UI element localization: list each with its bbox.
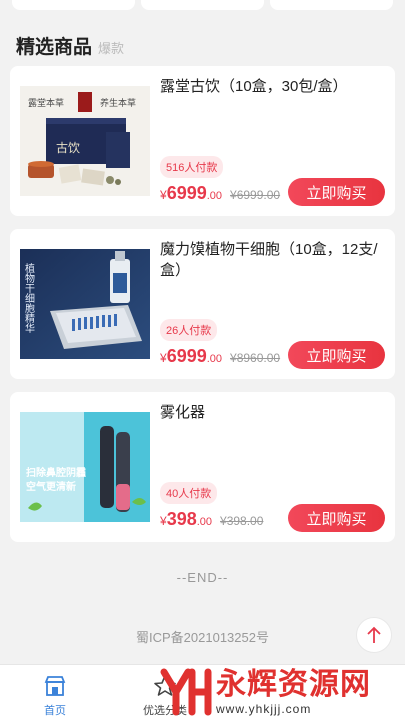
original-price: ¥8960.00 (230, 351, 281, 365)
watermark-logo-icon (160, 668, 212, 716)
tab-label: 首页 (44, 705, 66, 717)
section-title: 精选商品 (16, 37, 93, 58)
buy-now-button[interactable]: 立即购买 (288, 341, 385, 369)
price-currency: ¥ (160, 351, 167, 365)
product-name[interactable]: 露堂古饮（10盒，30包/盒） (160, 76, 385, 97)
price-decimal: .00 (196, 516, 213, 528)
price-value: 6999 (166, 346, 207, 366)
sales-badge: 26人付款 (160, 319, 218, 341)
price-value: 6999 (166, 183, 207, 203)
price-row: ¥ 398 .00 ¥398.00 (160, 509, 263, 530)
price-decimal: .00 (206, 353, 223, 365)
tab-home[interactable]: 首页 (0, 665, 110, 720)
product-name[interactable]: 雾化器 (160, 402, 385, 423)
image-text: 古饮 (56, 140, 80, 155)
price-decimal: .00 (206, 190, 223, 202)
original-price: ¥6999.00 (230, 188, 281, 202)
image-text: 空气更清新 (26, 480, 76, 493)
price-value: 398 (166, 509, 197, 529)
product-image[interactable]: 露堂本草 养生本草 古饮 (20, 86, 150, 196)
section-subtitle: 爆款 (98, 41, 125, 56)
price-row: ¥ 6999 .00 ¥8960.00 (160, 346, 280, 367)
product-card[interactable]: 露堂本草 养生本草 古饮 露堂古饮（10盒，30包/盒） 516人付款 ¥ 69… (10, 66, 395, 216)
original-price: ¥398.00 (220, 514, 264, 528)
watermark-title: 永辉资源网 (216, 668, 371, 701)
product-image[interactable]: 扫除鼻腔阴霾 空气更清新 (20, 412, 150, 522)
sales-badge: 516人付款 (160, 156, 224, 178)
site-watermark: 永辉资源网 www.yhkjjj.com (158, 664, 405, 720)
product-image[interactable]: 植物干细胞精华 (20, 249, 150, 359)
arrow-up-icon (367, 626, 381, 643)
product-name[interactable]: 魔力馍植物干细胞（10盒，12支/盒） (160, 239, 385, 281)
list-end-text: --END-- (176, 570, 229, 585)
image-text: 扫除鼻腔阴霾 (26, 466, 86, 479)
buy-now-button[interactable]: 立即购买 (288, 504, 385, 532)
image-text: 养生本草 (100, 97, 136, 109)
image-text: 植物干细胞精华 (23, 262, 35, 334)
back-to-top-button[interactable] (356, 617, 392, 653)
buy-now-button[interactable]: 立即购买 (288, 178, 385, 206)
previous-section-edge (0, 0, 405, 12)
section-header: 精选商品 爆款 (16, 32, 124, 59)
watermark-url: www.yhkjjj.com (216, 702, 312, 716)
price-row: ¥ 6999 .00 ¥6999.00 (160, 183, 280, 204)
product-card[interactable]: 植物干细胞精华 魔力馍植物干细胞（10盒，12支/盒） 26人付款 ¥ 6999… (10, 229, 395, 379)
sales-badge: 40人付款 (160, 482, 218, 504)
price-currency: ¥ (160, 188, 167, 202)
shop-icon (44, 676, 66, 696)
icp-record-link[interactable]: 蜀ICP备2021013252号 (0, 627, 405, 646)
price-currency: ¥ (160, 514, 167, 528)
product-card[interactable]: 扫除鼻腔阴霾 空气更清新 雾化器 40人付款 ¥ 398 .00 ¥398.00… (10, 392, 395, 542)
image-text: 露堂本草 (28, 97, 64, 109)
